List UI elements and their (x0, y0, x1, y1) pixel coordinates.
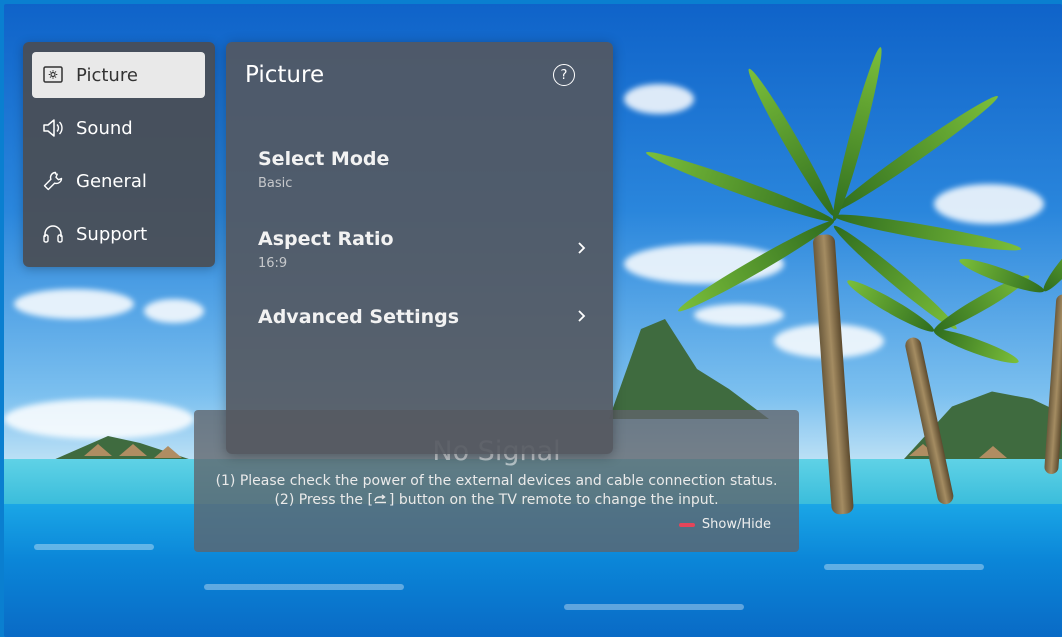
sidebar-item-label: Picture (76, 64, 138, 86)
headset-icon (40, 221, 66, 247)
show-hide-hint[interactable]: Show/Hide (678, 517, 771, 532)
menu-item-advanced-settings[interactable]: Advanced Settings (258, 306, 588, 328)
input-icon (373, 492, 389, 508)
chevron-right-icon (578, 242, 586, 254)
cloud (144, 299, 204, 323)
settings-category-sidebar: Picture Sound General Support (23, 42, 215, 267)
no-signal-instruction-2: (2) Press the [ ] button on the TV remote… (194, 492, 799, 508)
menu-item-select-mode[interactable]: Select Mode Basic (258, 148, 588, 191)
help-icon[interactable]: ? (553, 64, 575, 86)
menu-item-label: Aspect Ratio (258, 228, 394, 250)
chevron-right-icon (578, 310, 586, 322)
menu-item-label: Advanced Settings (258, 306, 460, 328)
cloud (14, 289, 134, 319)
sidebar-item-label: General (76, 170, 147, 192)
show-hide-label: Show/Hide (701, 517, 771, 532)
sidebar-item-general[interactable]: General (32, 158, 205, 204)
cloud (694, 304, 784, 326)
sidebar-item-label: Support (76, 223, 148, 245)
sidebar-item-sound[interactable]: Sound (32, 105, 205, 151)
sidebar-item-support[interactable]: Support (32, 211, 205, 257)
water-reflection (824, 564, 984, 570)
menu-item-value: 16:9 (258, 256, 288, 271)
cloud (934, 184, 1044, 224)
sidebar-item-label: Sound (76, 117, 133, 139)
menu-item-aspect-ratio[interactable]: Aspect Ratio 16:9 (258, 228, 588, 271)
picture-icon (40, 62, 66, 88)
no-signal-instruction-1: (1) Please check the power of the extern… (215, 473, 778, 489)
menu-item-label: Select Mode (258, 148, 390, 170)
instruction-text-before: (2) Press the [ (274, 492, 373, 508)
speaker-icon (40, 115, 66, 141)
sidebar-item-picture[interactable]: Picture (32, 52, 205, 98)
menu-item-value: Basic (258, 176, 293, 191)
panel-title: Picture (245, 62, 325, 88)
wrench-icon (40, 168, 66, 194)
water-reflection (34, 544, 154, 550)
instruction-text-after: ] button on the TV remote to change the … (388, 492, 719, 508)
water-reflection (204, 584, 404, 590)
cloud (4, 399, 194, 439)
picture-settings-panel: Picture ? Select Mode Basic Aspect Ratio… (226, 42, 613, 454)
cloud (624, 84, 694, 114)
red-key-icon (678, 522, 695, 527)
water-reflection (564, 604, 744, 610)
